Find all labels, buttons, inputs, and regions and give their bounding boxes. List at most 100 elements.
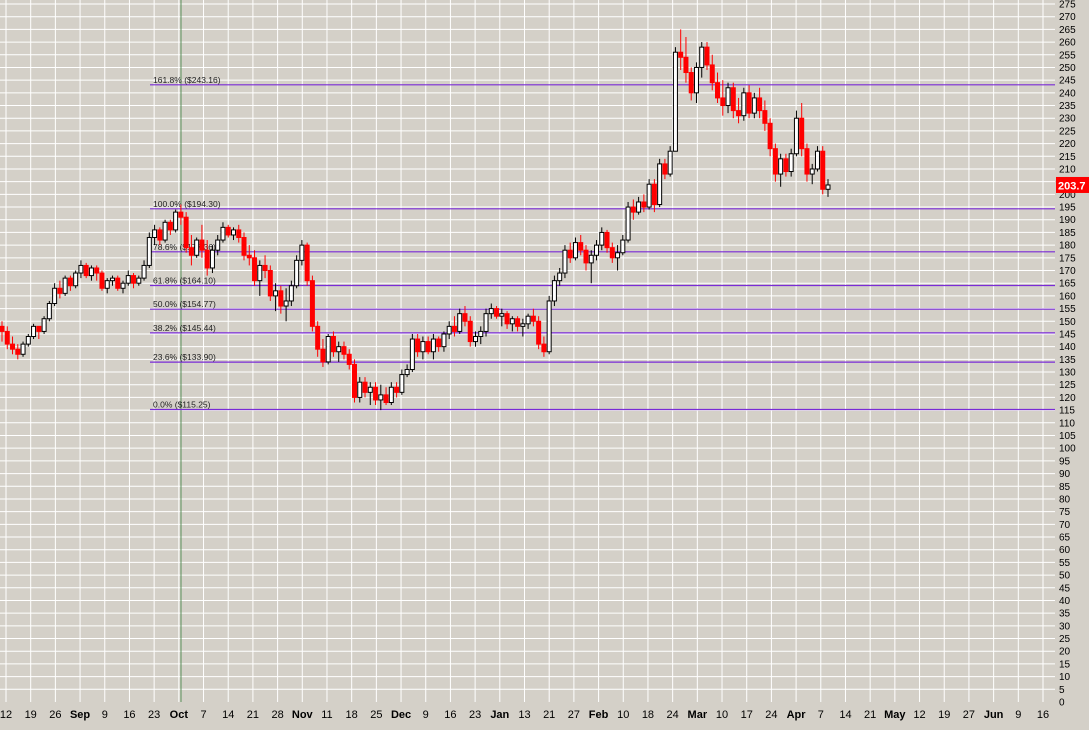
candle-body — [209, 249, 215, 269]
candle-body — [57, 287, 63, 294]
candle-body — [736, 110, 742, 117]
candle-body — [562, 249, 568, 274]
candle-body — [715, 82, 721, 99]
candle-body — [730, 87, 736, 112]
candle-body — [725, 87, 731, 107]
x-tick-label: Mar — [688, 709, 708, 721]
candle-body — [814, 150, 820, 170]
candle-body — [415, 338, 421, 353]
candle-body — [125, 275, 131, 284]
y-tick-label: 270 — [1059, 12, 1076, 23]
candle-body — [252, 257, 258, 282]
fib-label: 100.0% ($194.30) — [153, 199, 221, 209]
x-tick-label: 27 — [963, 709, 975, 721]
candle-body — [378, 394, 384, 401]
candle-body — [120, 282, 126, 289]
fib-label: 38.2% ($145.44) — [153, 323, 216, 333]
candle-body — [246, 254, 252, 259]
candle-body — [620, 239, 626, 254]
candle-body — [430, 338, 436, 353]
candle-body — [383, 394, 389, 403]
x-tick-label: 24 — [667, 709, 679, 721]
candle-body — [288, 285, 294, 302]
candle-body — [388, 386, 394, 403]
candle-body — [436, 338, 442, 348]
candle-body — [688, 72, 694, 94]
candle-body — [583, 249, 589, 264]
x-tick-label: 13 — [518, 709, 530, 721]
candle-body — [373, 386, 379, 401]
candle-body — [294, 259, 300, 287]
candle-body — [0, 325, 5, 332]
candle-body — [525, 315, 531, 325]
candle-body — [488, 308, 494, 315]
candle-body — [546, 300, 552, 353]
candle-body — [809, 168, 815, 175]
x-tick-label: Jan — [490, 709, 509, 721]
candle-body — [799, 117, 805, 150]
candle-body — [183, 216, 189, 249]
candle-body — [36, 325, 42, 332]
y-tick-label: 110 — [1059, 418, 1075, 429]
y-tick-label: 55 — [1059, 558, 1071, 569]
candle-body — [146, 237, 152, 266]
candle-body — [567, 249, 573, 259]
x-tick-label: 16 — [444, 709, 456, 721]
candle-body — [615, 252, 621, 259]
x-tick-label: 25 — [370, 709, 382, 721]
price-chart[interactable]: 161.8% ($243.16)100.0% ($194.30)78.6% ($… — [0, 0, 1089, 730]
candle-body — [494, 308, 500, 317]
candle-body — [367, 386, 373, 393]
candle-body — [157, 229, 163, 241]
candle-body — [220, 226, 226, 241]
y-tick-label: 255 — [1059, 50, 1076, 61]
y-tick-label: 140 — [1059, 342, 1076, 353]
candle-body — [62, 277, 68, 294]
candle-body — [83, 264, 89, 277]
candle-body — [304, 244, 310, 282]
fib-label: 161.8% ($243.16) — [153, 75, 221, 85]
candle-body — [225, 226, 231, 236]
y-tick-label: 230 — [1059, 114, 1076, 125]
candle-body — [630, 206, 636, 213]
candle-body — [499, 313, 505, 317]
y-tick-label: 85 — [1059, 482, 1071, 493]
x-tick-label: 23 — [469, 709, 481, 721]
y-tick-label: 195 — [1059, 203, 1076, 214]
candle-body — [357, 381, 363, 398]
candle-body — [88, 267, 94, 277]
candle-body — [804, 148, 810, 175]
x-tick-label: 27 — [568, 709, 580, 721]
chart-background — [0, 0, 1089, 730]
candle-body — [820, 150, 826, 190]
price-badge-label: 203.7 — [1058, 180, 1086, 192]
candle-body — [515, 318, 521, 327]
candle-body — [709, 64, 715, 84]
candle-body — [52, 287, 58, 305]
candle-body — [267, 270, 273, 297]
candle-body — [104, 280, 110, 289]
y-tick-label: 90 — [1059, 469, 1071, 480]
candle-body — [409, 338, 415, 370]
candle-body — [31, 325, 37, 338]
candle-body — [578, 242, 584, 251]
candle-body — [330, 336, 336, 353]
last-price-badge: 203.7 — [1056, 176, 1089, 193]
y-tick-label: 45 — [1059, 583, 1071, 594]
y-tick-label: 250 — [1059, 63, 1076, 74]
x-tick-label: 26 — [49, 709, 61, 721]
x-tick-label: 19 — [938, 709, 950, 721]
y-tick-label: 25 — [1059, 634, 1071, 645]
x-tick-label: 21 — [543, 709, 555, 721]
candle-body — [362, 381, 368, 393]
x-tick-label: Nov — [292, 709, 314, 721]
x-tick-label: 9 — [423, 709, 429, 721]
candle-body — [167, 221, 173, 231]
candle-body — [162, 221, 168, 241]
candle-body — [309, 280, 315, 327]
y-tick-label: 10 — [1059, 672, 1071, 683]
fib-label: 23.6% ($133.90) — [153, 352, 216, 362]
y-tick-label: 135 — [1059, 355, 1076, 366]
candle-body — [136, 277, 142, 284]
x-tick-label: 7 — [200, 709, 206, 721]
